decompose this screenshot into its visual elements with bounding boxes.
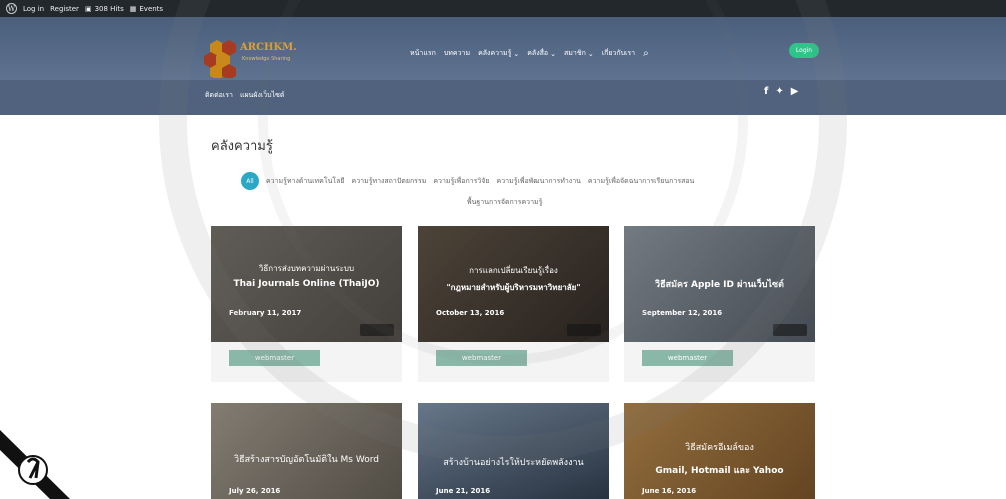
counter-icon: ▣ bbox=[84, 4, 92, 13]
card-title: วิธีสมัคร Apple ID ผ่านเว็บไซต์ bbox=[655, 280, 784, 290]
nav-item-about[interactable]: เกี่ยวกับเรา bbox=[602, 48, 635, 59]
card-date: June 16, 2016 bbox=[642, 487, 697, 495]
chevron-down-icon: ⌄ bbox=[513, 49, 520, 58]
nav-label: สมาชิก bbox=[564, 49, 586, 57]
nav-label: คลังความรู้ bbox=[478, 49, 512, 57]
admin-bar: W Log in Register ▣ 308 Hits ▦ Events bbox=[0, 0, 1006, 17]
card-title-line1: วิธีสมัครอีเมล์ของ bbox=[685, 443, 754, 453]
article-card[interactable]: การแลกเปลี่ยนเรียนรู้เรื่อง "กฎหมายสำหรั… bbox=[418, 226, 609, 382]
mourning-ribbon-icon bbox=[0, 430, 70, 499]
register-link[interactable]: Register bbox=[50, 5, 79, 13]
author-button[interactable]: webmaster bbox=[436, 350, 527, 366]
sitemap-link[interactable]: แผนผังเว็บไซต์ bbox=[240, 90, 285, 101]
social-links: f ✦ ▶ bbox=[764, 86, 798, 97]
nav-label: บทความ bbox=[443, 49, 471, 57]
filter-architecture[interactable]: ความรู้ทางสถาปัตยกรรม bbox=[352, 176, 427, 187]
chevron-down-icon: ⌄ bbox=[587, 49, 594, 58]
youtube-icon[interactable]: ▶ bbox=[791, 86, 799, 97]
author-button[interactable]: webmaster bbox=[642, 350, 733, 366]
card-date: September 12, 2016 bbox=[642, 309, 723, 317]
card-overlay bbox=[418, 403, 609, 499]
hits-label: 308 Hits bbox=[94, 4, 124, 13]
nav-item-media[interactable]: คลังสื่อ ⌄ bbox=[527, 48, 556, 59]
filter-teaching[interactable]: ความรู้เพื่อจัดฉนาการเรียนการสอน bbox=[588, 176, 694, 187]
filter-km-basics[interactable]: พื้นฐานการจัดการความรู้ bbox=[467, 197, 542, 208]
article-card[interactable]: วิธีสมัครอีเมล์ของ Gmail, Hotmail และ Ya… bbox=[624, 403, 815, 499]
contact-link[interactable]: ติดต่อเรา bbox=[205, 90, 233, 101]
hits-counter[interactable]: ▣ 308 Hits bbox=[85, 5, 124, 13]
card-date: October 13, 2016 bbox=[436, 309, 505, 317]
card-title-line2: Thai Journals Online (ThaiJO) bbox=[233, 279, 380, 289]
nav-label: เกี่ยวกับเรา bbox=[601, 49, 636, 57]
card-title-line1: การแลกเปลี่ยนเรียนรู้เรื่อง bbox=[469, 266, 558, 275]
facebook-icon[interactable]: f bbox=[764, 86, 768, 97]
card-title-line2: Gmail, Hotmail และ Yahoo bbox=[655, 466, 784, 476]
filter-work-development[interactable]: ความรู้เพื่อพัฒนาการทำงาน bbox=[497, 176, 581, 187]
main-navigation: หน้าแรก บทความ คลังความรู้ ⌄ คลังสื่อ ⌄ สม… bbox=[410, 48, 649, 59]
nav-item-home[interactable]: หน้าแรก bbox=[410, 48, 436, 59]
category-filters: All ความรู้ทางด้านเทคโนโลยี ความรู้ทางสถ… bbox=[241, 172, 694, 190]
chevron-down-icon: ⌄ bbox=[550, 49, 556, 58]
card-title-line2: "กฎหมายสำหรับผู้บริหารมหาวิทยาลัย" bbox=[446, 283, 581, 292]
card-overlay bbox=[211, 403, 402, 499]
nav-item-members[interactable]: สมาชิก ⌄ bbox=[564, 48, 594, 59]
article-card[interactable]: วิธีสร้างสารบัญอัตโนมัติใน Ms Word July … bbox=[211, 403, 402, 499]
card-title-line1: วิธีการส่งบทความผ่านระบบ bbox=[258, 264, 355, 273]
filter-all-button[interactable]: All bbox=[241, 172, 259, 190]
sub-navigation-bar bbox=[0, 80, 1006, 115]
author-button[interactable]: webmaster bbox=[229, 350, 320, 366]
events-label: Events bbox=[139, 4, 164, 13]
card-title: สร้างบ้านอย่างไรให้ประหยัดพลังงาน bbox=[443, 458, 584, 468]
article-card[interactable]: วิธีสมัคร Apple ID ผ่านเว็บไซต์ Septembe… bbox=[624, 226, 815, 382]
article-card[interactable]: วิธีการส่งบทความผ่านระบบ Thai Journals O… bbox=[211, 226, 402, 382]
wordpress-icon[interactable]: W bbox=[6, 3, 17, 14]
nav-label: คลังสื่อ bbox=[527, 49, 549, 57]
events-link[interactable]: ▦ Events bbox=[130, 5, 163, 13]
site-logo[interactable]: ARCHKM. Knowledge Sharing bbox=[202, 38, 322, 80]
subnav-links: ติดต่อเรา แผนผังเว็บไซต์ bbox=[205, 90, 284, 101]
calendar-icon: ▦ bbox=[129, 4, 137, 13]
page-title: คลังความรู้ bbox=[211, 139, 273, 154]
card-date: June 21, 2016 bbox=[436, 487, 491, 495]
card-date: July 26, 2016 bbox=[229, 487, 281, 495]
card-date: February 11, 2017 bbox=[229, 309, 302, 317]
filter-technology[interactable]: ความรู้ทางด้านเทคโนโลยี bbox=[266, 176, 345, 187]
nav-item-articles[interactable]: บทความ bbox=[444, 48, 470, 59]
logo-name: ARCHKM. bbox=[240, 42, 297, 53]
card-logo-badge bbox=[360, 324, 394, 336]
article-card[interactable]: สร้างบ้านอย่างไรให้ประหยัดพลังงาน June 2… bbox=[418, 403, 609, 499]
card-logo-badge bbox=[567, 324, 601, 336]
login-link[interactable]: Log in bbox=[23, 5, 44, 13]
card-logo-badge bbox=[773, 324, 807, 336]
nav-label: หน้าแรก bbox=[410, 49, 436, 57]
login-button[interactable]: Login bbox=[789, 43, 819, 58]
search-icon[interactable]: ⌕ bbox=[643, 48, 649, 59]
filter-research[interactable]: ความรู้เพื่อการวิจัย bbox=[433, 176, 489, 187]
logo-tagline: Knowledge Sharing bbox=[242, 56, 291, 62]
nav-item-knowledge[interactable]: คลังความรู้ ⌄ bbox=[478, 48, 519, 59]
twitter-icon[interactable]: ✦ bbox=[775, 86, 783, 97]
card-title: วิธีสร้างสารบัญอัตโนมัติใน Ms Word bbox=[234, 455, 379, 465]
